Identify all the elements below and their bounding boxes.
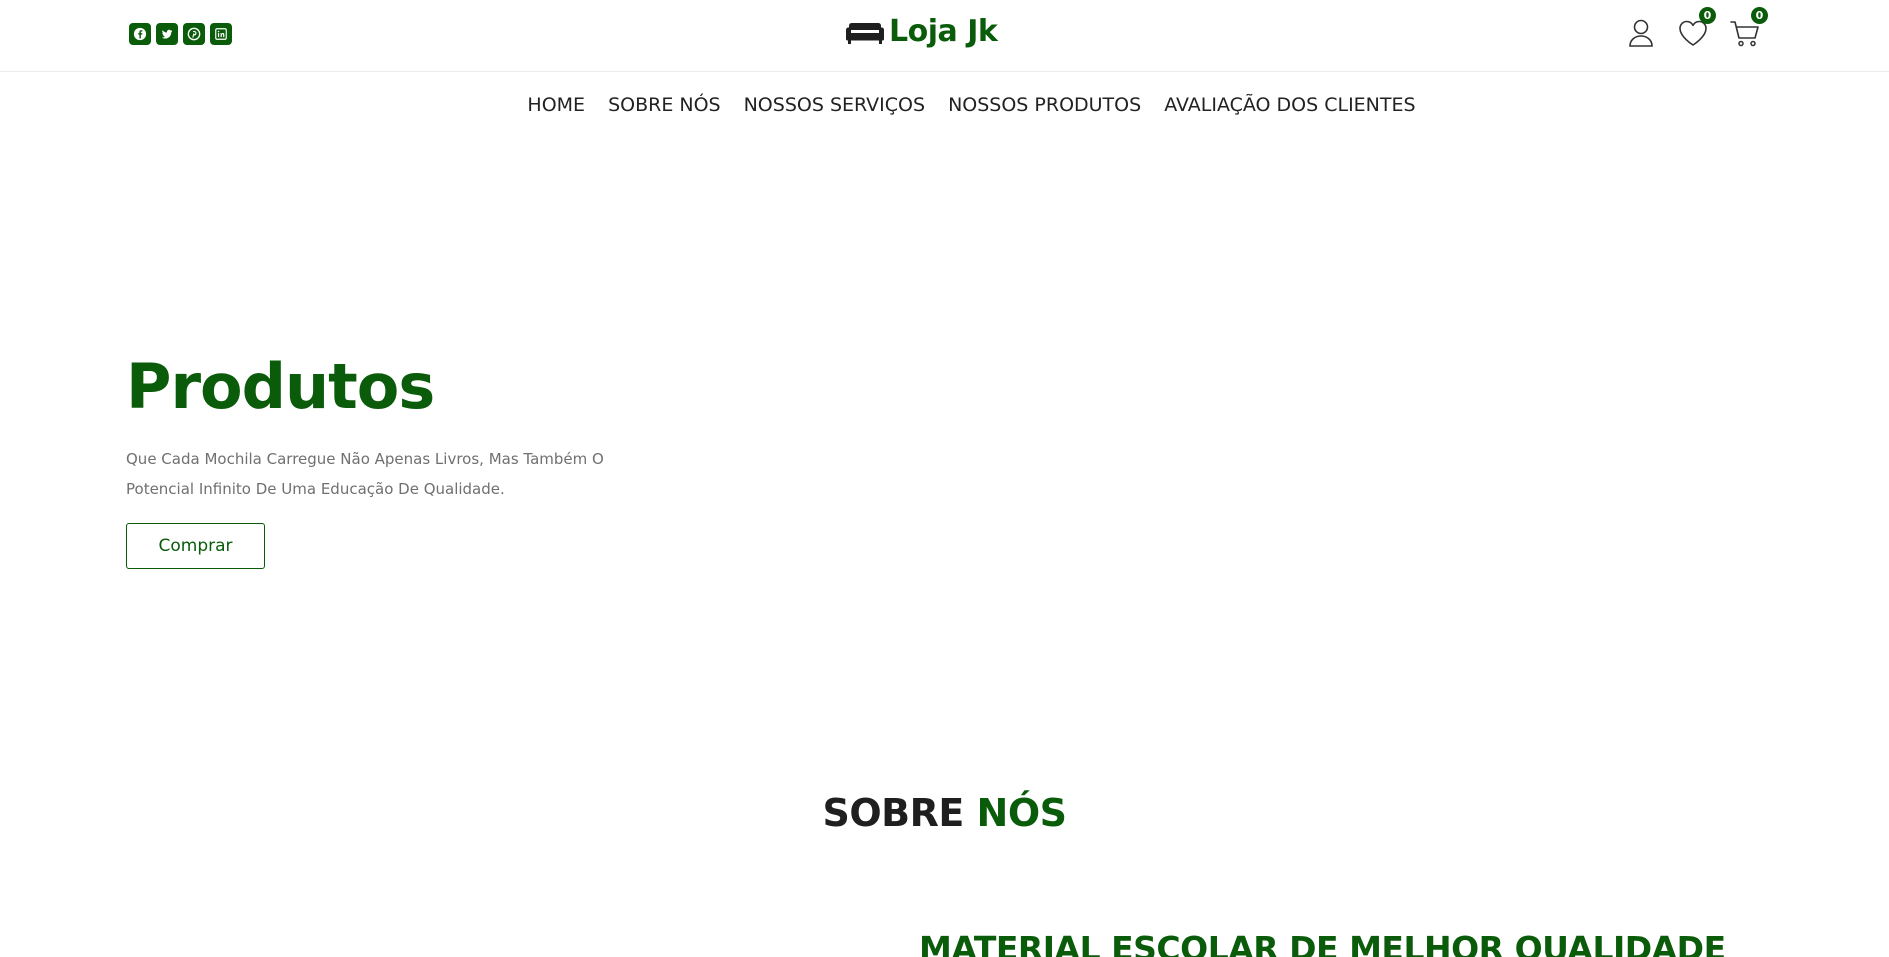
nav-home[interactable]: HOME [527, 94, 585, 116]
about-section-title: SOBRE NÓS [0, 791, 1889, 835]
facebook-icon[interactable] [129, 23, 151, 45]
pinterest-icon[interactable] [183, 23, 205, 45]
nav-sobre-nos[interactable]: SOBRE NÓS [608, 94, 721, 116]
user-icon [1629, 19, 1653, 47]
social-links [129, 23, 232, 45]
nav-nossos-servicos[interactable]: NOSSOS SERVIÇOS [744, 94, 925, 116]
cart-button[interactable]: 0 [1729, 7, 1768, 49]
cart-count-badge: 0 [1751, 7, 1768, 24]
brand-logo[interactable]: Loja Jk [845, 14, 998, 49]
nav-nossos-produtos[interactable]: NOSSOS PRODUTOS [948, 94, 1141, 116]
wishlist-count-badge: 0 [1699, 7, 1716, 24]
brand-name: Loja Jk [889, 14, 998, 49]
twitter-icon[interactable] [156, 23, 178, 45]
about-title-part2: NÓS [976, 791, 1067, 835]
hero-title: Produtos [126, 350, 435, 423]
about-subtitle: MATERIAL ESCOLAR DE MELHOR QUALIDADE [919, 929, 1726, 957]
hero-description: Que Cada Mochila Carregue Não Apenas Liv… [126, 450, 604, 498]
comprar-button[interactable]: Comprar [126, 523, 265, 569]
sofa-icon [846, 22, 884, 44]
account-button[interactable] [1625, 17, 1657, 49]
about-title-part1: SOBRE [822, 791, 977, 835]
nav-avaliacao-clientes[interactable]: AVALIAÇÃO DOS CLIENTES [1164, 94, 1415, 116]
linkedin-icon[interactable] [210, 23, 232, 45]
wishlist-button[interactable]: 0 [1677, 7, 1716, 49]
main-nav: HOME SOBRE NÓS NOSSOS SERVIÇOS NOSSOS PR… [0, 94, 1889, 116]
user-actions: 0 0 [1625, 7, 1768, 49]
top-header: Loja Jk 0 0 [0, 0, 1889, 72]
